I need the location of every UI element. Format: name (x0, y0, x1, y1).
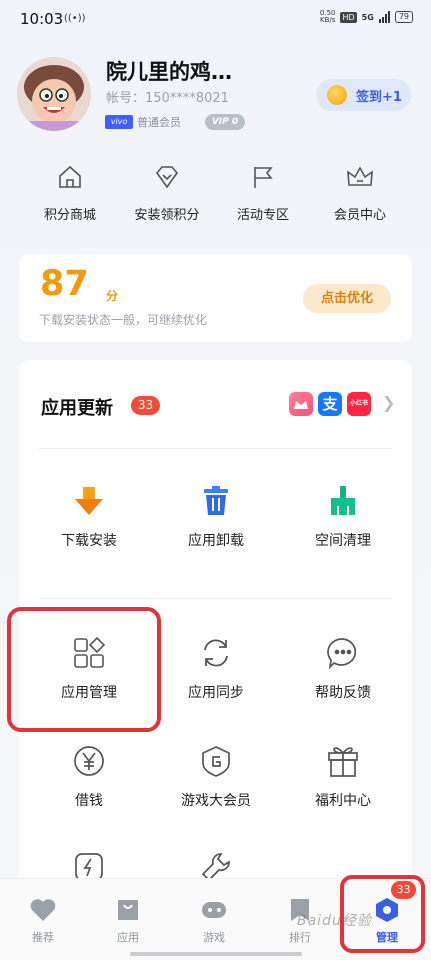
quick-item-points-mall[interactable]: 积分商城 (25, 163, 115, 223)
nav-label: 排行 (289, 931, 311, 944)
tool-app-sync[interactable]: 应用同步 (152, 636, 280, 702)
nav-tab-games[interactable]: 游戏 (184, 897, 244, 945)
quick-item-install-points[interactable]: 安装领积分 (122, 163, 212, 223)
quick-item-member-center[interactable]: 会员中心 (315, 163, 405, 223)
nav-label: 游戏 (203, 931, 225, 944)
score-value: 87 (40, 264, 89, 304)
checkin-button[interactable]: 签到+1 (316, 79, 411, 111)
tool-space-clean[interactable]: 空间清理 (279, 484, 407, 550)
optimize-button[interactable]: 点击优化 (303, 284, 391, 313)
hotspot-icon: ((•)) (64, 13, 86, 24)
game-shield-icon (202, 746, 230, 777)
trash-icon (204, 486, 228, 515)
house-icon (59, 165, 81, 188)
xiaohongshu-app-icon: 小红书 (347, 392, 371, 416)
gift-icon (328, 747, 358, 777)
divider (39, 448, 392, 449)
quick-item-events[interactable]: 活动专区 (218, 163, 308, 223)
divider (39, 598, 392, 599)
highlight-app-management (7, 607, 161, 732)
vivo-badge: vivo (105, 115, 133, 129)
tool-label: 应用同步 (188, 685, 244, 701)
quick-item-label: 活动专区 (236, 208, 289, 223)
sync-icon (204, 639, 228, 667)
account-number: 帐号：150****8021 (106, 91, 229, 106)
net-speed-unit: KB/s (319, 16, 336, 24)
tool-label: 下载安装 (61, 533, 117, 549)
net-speed: 0.50 KB/s (320, 10, 336, 24)
tool-download-install[interactable]: 下载安装 (25, 484, 153, 550)
gamepad-icon (202, 902, 226, 918)
quick-item-label: 会员中心 (333, 208, 386, 223)
nav-label: 应用 (117, 931, 139, 944)
vip-badge[interactable]: VIP 0 (205, 114, 245, 130)
member-level: 普通会员 (137, 116, 181, 129)
clock: 10:03 (20, 10, 64, 28)
hd-icon: HD (340, 11, 357, 23)
tool-label: 应用卸载 (188, 533, 244, 549)
tool-uninstall[interactable]: 应用卸载 (152, 484, 280, 550)
nav-tab-recommend[interactable]: 推荐 (13, 897, 73, 945)
tool-label: 借钱 (75, 793, 103, 809)
nav-tab-apps[interactable]: 应用 (98, 897, 158, 945)
bag-icon (118, 900, 138, 920)
score-description: 下载安装状态一般，可继续优化 (39, 313, 208, 327)
home-indicator[interactable] (130, 952, 302, 956)
update-count-badge: 33 (131, 396, 160, 415)
nav-label: 推荐 (32, 931, 54, 944)
quick-item-label: 积分商城 (43, 208, 96, 223)
battery-icon: 79 (394, 11, 413, 23)
pinduoduo-app-icon (289, 392, 313, 416)
tool-game-membership[interactable]: 游戏大会员 (152, 744, 280, 810)
download-arrow-icon (75, 487, 103, 515)
heart-icon (30, 899, 56, 921)
score-card: 87 分 下载安装状态一般，可继续优化 点击优化 (19, 254, 412, 342)
crown-icon (347, 166, 373, 186)
tool-borrow-money[interactable]: 借钱 (25, 744, 153, 810)
flag-icon (254, 167, 273, 188)
tool-label: 帮助反馈 (315, 685, 371, 701)
coin-icon (327, 85, 347, 105)
tool-welfare-center[interactable]: 福利中心 (279, 744, 407, 810)
app-updates-title[interactable]: 应用更新 (41, 394, 113, 420)
score-unit: 分 (106, 289, 119, 303)
chat-bubble-icon (327, 638, 357, 670)
broom-icon (331, 486, 355, 515)
checkin-label: 签到+1 (356, 89, 402, 105)
chevron-right-icon[interactable]: ❯ (382, 393, 395, 412)
tool-label: 游戏大会员 (181, 793, 251, 809)
yen-circle-icon (74, 746, 104, 776)
avatar[interactable] (17, 57, 91, 131)
alipay-app-icon: 支 (318, 392, 342, 416)
quick-item-label: 安装领积分 (134, 208, 200, 223)
network-type: 5G (361, 12, 374, 22)
tool-label: 福利中心 (315, 793, 371, 809)
tool-label: 空间清理 (315, 533, 371, 549)
tool-help-feedback[interactable]: 帮助反馈 (279, 636, 407, 702)
status-icons: 0.50 KB/s HD 5G 79 (320, 10, 413, 24)
quick-menu: 积分商城 安装领积分 活动专区 会员中心 (0, 163, 431, 225)
diamond-icon (155, 166, 179, 189)
signal-icon (378, 11, 390, 23)
status-bar: 10:03 ((•)) 0.50 KB/s HD 5G 79 (0, 0, 431, 38)
username[interactable]: 院儿里的鸡… (106, 56, 232, 86)
watermark: Baidu经验 (297, 913, 372, 929)
